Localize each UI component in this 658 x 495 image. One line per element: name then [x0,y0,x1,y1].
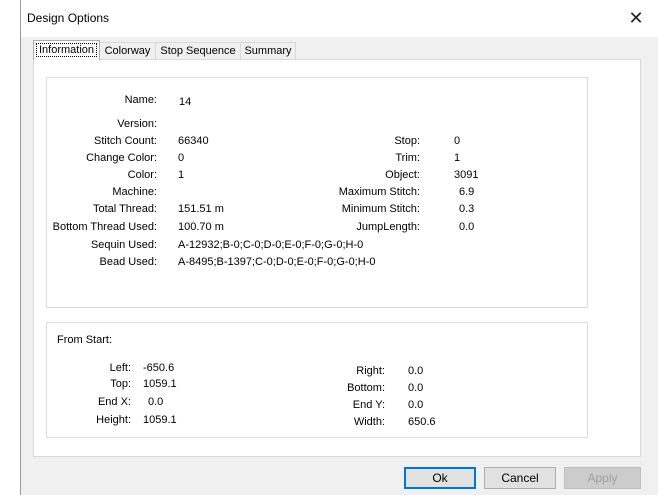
width-value: 650.6 [408,416,436,428]
color-value: 1 [178,169,185,181]
apply-button[interactable]: Apply [564,467,641,489]
min-stitch-value: 0.3 [459,203,475,215]
max-stitch-value: 6.9 [459,186,475,198]
right-label: Right: [356,365,385,377]
information-panel: Name: 14 Version: Stitch Count: 66340 Ch… [33,59,641,457]
tab-label: Information [35,43,98,57]
stitch-count-label: Stitch Count: [94,135,157,147]
color-label: Color: [127,169,157,181]
width-label: Width: [353,416,385,428]
tab-colorway[interactable]: Colorway [99,42,156,60]
object-label: Object: [385,169,420,181]
ok-button[interactable]: Ok [404,467,476,489]
stop-value: 0 [454,135,461,147]
name-value: 14 [179,96,192,108]
sequin-used-value: A-12932;B-0;C-0;D-0;E-0;F-0;G-0;H-0 [178,239,364,251]
height-value: 1059.1 [143,414,177,426]
end-y-value: 0.0 [408,399,424,411]
tab-label: Stop Sequence [160,45,236,57]
version-label: Version: [117,118,157,130]
machine-label: Machine: [112,186,157,198]
sequin-used-label: Sequin Used: [90,239,157,251]
min-stitch-label: Minimum Stitch: [341,203,420,215]
height-label: Height: [96,414,131,426]
trim-label: Trim: [395,152,420,164]
bottom-value: 0.0 [408,382,424,394]
tab-information[interactable]: Information [33,40,100,60]
name-label: Name: [124,94,157,106]
total-thread-value: 151.51 m [178,203,224,215]
design-info-group: Name: 14 Version: Stitch Count: 66340 Ch… [46,77,588,308]
object-value: 3091 [454,169,479,181]
right-value: 0.0 [408,365,424,377]
from-start-group: From Start: Left: -650.6 Top: 1059.1 End… [46,322,588,438]
total-thread-label: Total Thread: [92,203,157,215]
tab-label: Summary [244,45,292,57]
tab-label: Colorway [104,45,151,57]
stop-label: Stop: [394,135,420,147]
end-x-label: End X: [97,396,131,408]
end-y-label: End Y: [352,399,385,411]
jump-length-value: 0.0 [459,221,475,233]
top-label: Top: [110,378,131,390]
from-start-heading: From Start: [57,334,113,346]
tab-stop-sequence[interactable]: Stop Sequence [155,42,241,60]
bottom-thread-label: Bottom Thread Used: [52,221,157,233]
design-options-dialog: Design Options ✕ Information Colorway St… [20,0,658,495]
cancel-button[interactable]: Cancel [484,467,556,489]
window-title: Design Options [27,11,110,25]
bottom-thread-value: 100.70 m [178,221,224,233]
change-color-label: Change Color: [86,152,157,164]
bead-used-value: A-8495;B-1397;C-0;D-0;E-0;F-0;G-0;H-0 [178,256,376,268]
bottom-label: Bottom: [347,382,385,394]
stitch-count-value: 66340 [178,135,209,147]
title-bar: Design Options ✕ [21,0,658,37]
end-x-value: 0.0 [148,396,164,408]
top-value: 1059.1 [143,378,177,390]
trim-value: 1 [454,152,461,164]
jump-length-label: JumpLength: [356,221,420,233]
tab-summary[interactable]: Summary [240,42,296,60]
change-color-value: 0 [178,152,185,164]
left-label: Left: [109,362,131,374]
bead-used-label: Bead Used: [99,256,157,268]
max-stitch-label: Maximum Stitch: [338,186,420,198]
close-icon[interactable]: ✕ [626,8,646,28]
left-value: -650.6 [143,362,175,374]
